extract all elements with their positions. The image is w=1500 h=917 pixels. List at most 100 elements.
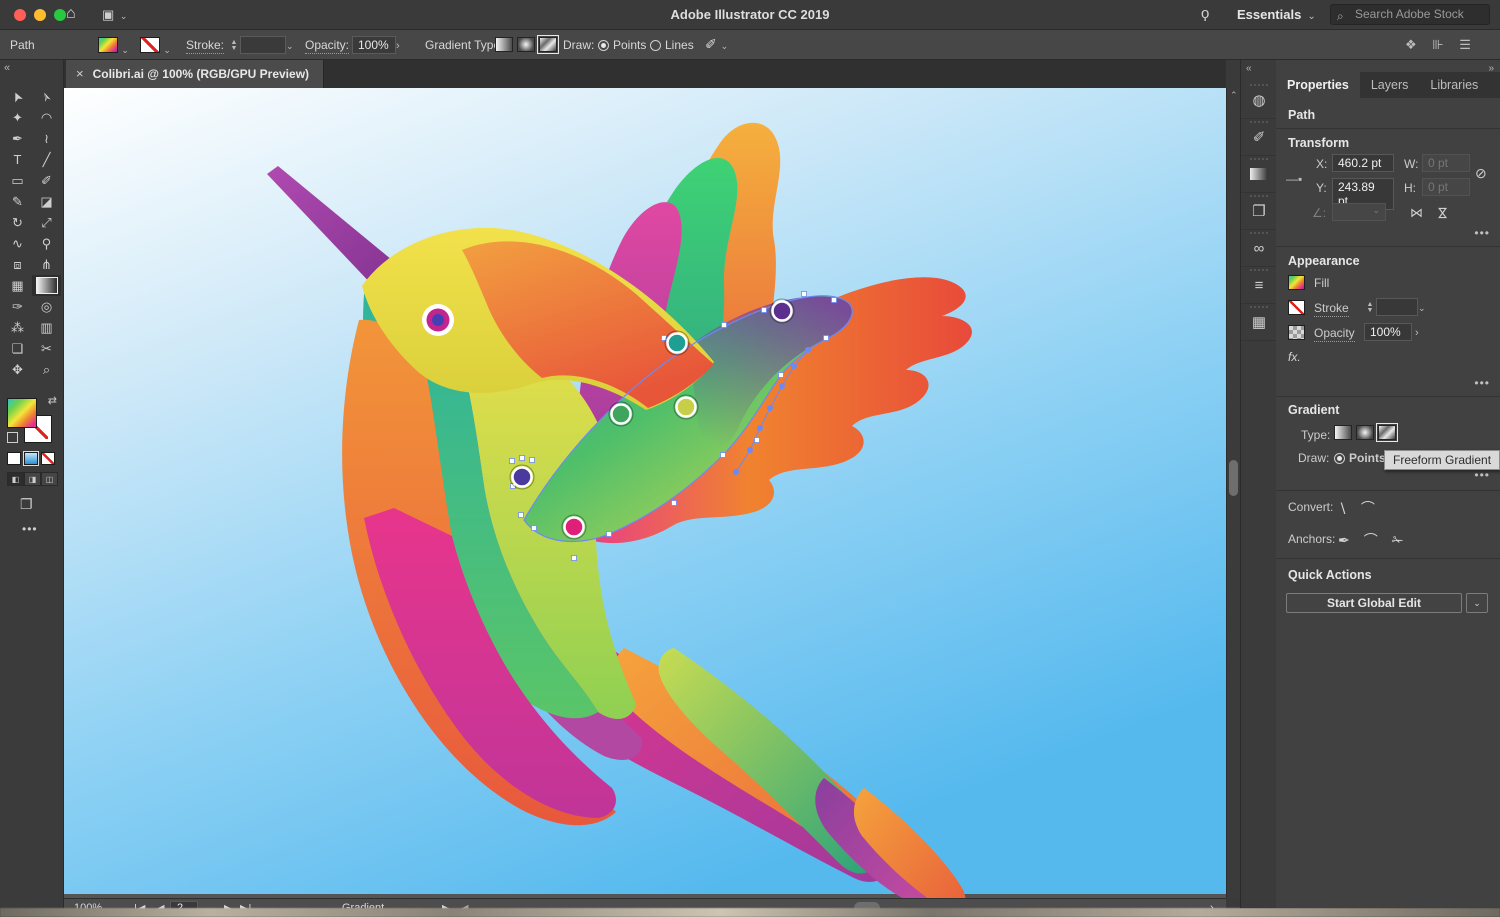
line-segment-tool[interactable]: ╱ bbox=[32, 149, 61, 170]
eraser-tool[interactable]: ◪ bbox=[32, 191, 61, 212]
bezier-handle[interactable] bbox=[733, 469, 739, 475]
bezier-handle[interactable] bbox=[791, 363, 797, 369]
gradient-freeform-button[interactable] bbox=[539, 37, 557, 52]
anchor-point[interactable] bbox=[779, 373, 784, 378]
reference-point-widget[interactable]: —▪ bbox=[1286, 172, 1302, 186]
stroke-weight-label[interactable]: Stroke: bbox=[186, 38, 224, 54]
perspective-grid-tool[interactable]: ⋔ bbox=[32, 254, 61, 275]
mesh-tool[interactable]: ▦ bbox=[3, 275, 32, 296]
brushes-icon[interactable]: ✐ bbox=[1241, 119, 1277, 156]
screen-mode-icon[interactable]: ❐ bbox=[20, 496, 33, 513]
gradient-linear-button[interactable] bbox=[495, 37, 513, 52]
anchor-point[interactable] bbox=[762, 308, 767, 313]
vertical-scroll-thumb[interactable] bbox=[1229, 460, 1238, 496]
gradient-more-icon[interactable]: ••• bbox=[1474, 468, 1490, 482]
direct-selection-tool[interactable]: ➢ bbox=[32, 86, 61, 107]
start-global-edit-chevron[interactable]: ⌄ bbox=[1466, 593, 1488, 613]
paintbrush-tool[interactable]: ✐ bbox=[32, 170, 61, 191]
anchor-point[interactable] bbox=[755, 438, 760, 443]
color-button[interactable] bbox=[7, 452, 21, 465]
appearance-stroke-field[interactable]: ▲▼ ⌄ bbox=[1364, 298, 1426, 316]
vertical-scrollbar[interactable]: ⌃ bbox=[1226, 88, 1240, 898]
anchor-point[interactable] bbox=[510, 459, 515, 464]
h-field[interactable]: 0 pt bbox=[1422, 178, 1470, 196]
panel-gradient-freeform-button[interactable] bbox=[1378, 425, 1396, 440]
selection-tool[interactable]: ➤ bbox=[3, 86, 32, 107]
gradient-radial-button[interactable] bbox=[517, 37, 535, 52]
anchor-point[interactable] bbox=[530, 458, 535, 463]
flip-horizontal-icon[interactable]: ⋈ bbox=[1410, 205, 1423, 221]
anchor-point[interactable] bbox=[572, 556, 577, 561]
draw-points-radio[interactable]: Points bbox=[598, 38, 646, 52]
free-transform-tool[interactable]: ⧈ bbox=[3, 254, 32, 275]
appearance-opacity-field[interactable]: 100% › bbox=[1364, 323, 1419, 341]
anchor-point[interactable] bbox=[722, 323, 727, 328]
draw-lines-radio[interactable]: Lines bbox=[650, 38, 694, 52]
collapse-panels-icon[interactable]: « bbox=[1246, 63, 1252, 74]
lightbulb-icon[interactable]: ϙ bbox=[1201, 5, 1209, 22]
bezier-handle[interactable] bbox=[805, 347, 811, 353]
color-icon[interactable]: ◍ bbox=[1241, 82, 1277, 119]
appearance-opacity-swatch[interactable] bbox=[1288, 325, 1305, 340]
tab-properties[interactable]: Properties bbox=[1276, 72, 1360, 98]
pencil-tool[interactable]: ✎ bbox=[3, 191, 32, 212]
none-button[interactable] bbox=[41, 452, 55, 465]
constrain-proportions-icon[interactable]: ⊘ bbox=[1475, 165, 1487, 182]
stroke-weight-field[interactable]: ▲▼ ⌄ bbox=[228, 36, 294, 54]
gradient-icon[interactable] bbox=[1241, 156, 1277, 193]
anchor-point[interactable] bbox=[802, 292, 807, 297]
width-tool[interactable]: ∿ bbox=[3, 233, 32, 254]
toolbar-more-icon[interactable]: ••• bbox=[22, 522, 38, 536]
add-anchor-icon[interactable]: ✒ bbox=[1338, 532, 1350, 548]
bezier-handle[interactable] bbox=[779, 383, 785, 389]
tab-layers[interactable]: Layers bbox=[1360, 72, 1420, 98]
anchor-point[interactable] bbox=[672, 501, 677, 506]
convert-corner-icon[interactable]: ∖ bbox=[1338, 500, 1347, 516]
default-fill-stroke-icon[interactable] bbox=[7, 432, 18, 443]
search-input[interactable]: ⌕ Search Adobe Stock bbox=[1330, 4, 1490, 25]
fill-swatch[interactable]: ⌄ bbox=[98, 37, 129, 56]
freeform-gradient-point[interactable] bbox=[773, 302, 792, 321]
flip-vertical-icon[interactable]: ⋈ bbox=[1436, 205, 1449, 221]
swap-fill-stroke-icon[interactable]: ⇄ bbox=[48, 394, 57, 407]
panel-gradient-linear-button[interactable] bbox=[1334, 425, 1352, 440]
anchor-point[interactable] bbox=[721, 453, 726, 458]
lasso-tool[interactable]: ◠ bbox=[32, 107, 61, 128]
menu-icon[interactable]: ☰ bbox=[1459, 37, 1471, 52]
convert-smooth-icon[interactable]: ⌒ bbox=[1361, 500, 1375, 516]
transparency-icon[interactable]: ❐ bbox=[1241, 193, 1277, 230]
artboard-canvas[interactable] bbox=[64, 88, 1226, 898]
appearance-stroke-label[interactable]: Stroke bbox=[1314, 301, 1349, 317]
draw-behind-mode[interactable]: ◨ bbox=[24, 472, 41, 486]
anchor-point[interactable] bbox=[532, 526, 537, 531]
scroll-up-icon[interactable]: ⌃ bbox=[1230, 90, 1238, 101]
draw-normal-mode[interactable]: ◧ bbox=[7, 472, 24, 486]
freeform-gradient-point[interactable] bbox=[565, 518, 584, 537]
pattern-options-icon[interactable]: ▦ bbox=[1241, 304, 1277, 341]
start-global-edit-button[interactable]: Start Global Edit bbox=[1286, 593, 1462, 613]
links-icon[interactable]: ∞ bbox=[1241, 230, 1277, 267]
rotation-field[interactable]: ⌄ bbox=[1332, 203, 1386, 221]
artboard-tool[interactable]: ❏ bbox=[3, 338, 32, 359]
gradient-button[interactable] bbox=[24, 452, 38, 465]
cut-path-icon[interactable]: ✁ bbox=[1392, 532, 1404, 548]
appearance-opacity-label[interactable]: Opacity bbox=[1314, 326, 1355, 342]
hand-tool[interactable]: ✥ bbox=[3, 359, 32, 380]
align-icon[interactable]: ≡ bbox=[1241, 267, 1277, 304]
bezier-handle[interactable] bbox=[767, 405, 773, 411]
bezier-handle[interactable] bbox=[757, 425, 763, 431]
arrange-icon[interactable]: ❖ bbox=[1405, 37, 1420, 52]
magic-wand-tool[interactable]: ✦ bbox=[3, 107, 32, 128]
column-graph-tool[interactable]: ▥ bbox=[32, 317, 61, 338]
close-tab-icon[interactable]: × bbox=[76, 66, 84, 81]
collapse-toolbar-icon[interactable]: « bbox=[4, 62, 10, 74]
anchor-point[interactable] bbox=[520, 456, 525, 461]
panel-draw-points-radio[interactable]: Points bbox=[1334, 451, 1386, 465]
panel-options-icon[interactable]: ⊪ bbox=[1432, 37, 1447, 52]
appearance-fill-swatch[interactable] bbox=[1288, 275, 1305, 290]
zoom-tool[interactable]: ⌕ bbox=[32, 359, 61, 380]
tab-libraries[interactable]: Libraries bbox=[1419, 72, 1489, 98]
eyedropper-tool[interactable]: ✑ bbox=[3, 296, 32, 317]
fx-icon[interactable]: fx. bbox=[1288, 350, 1301, 364]
recolor-artwork-icon[interactable]: ✐ ⌄ bbox=[705, 36, 728, 53]
